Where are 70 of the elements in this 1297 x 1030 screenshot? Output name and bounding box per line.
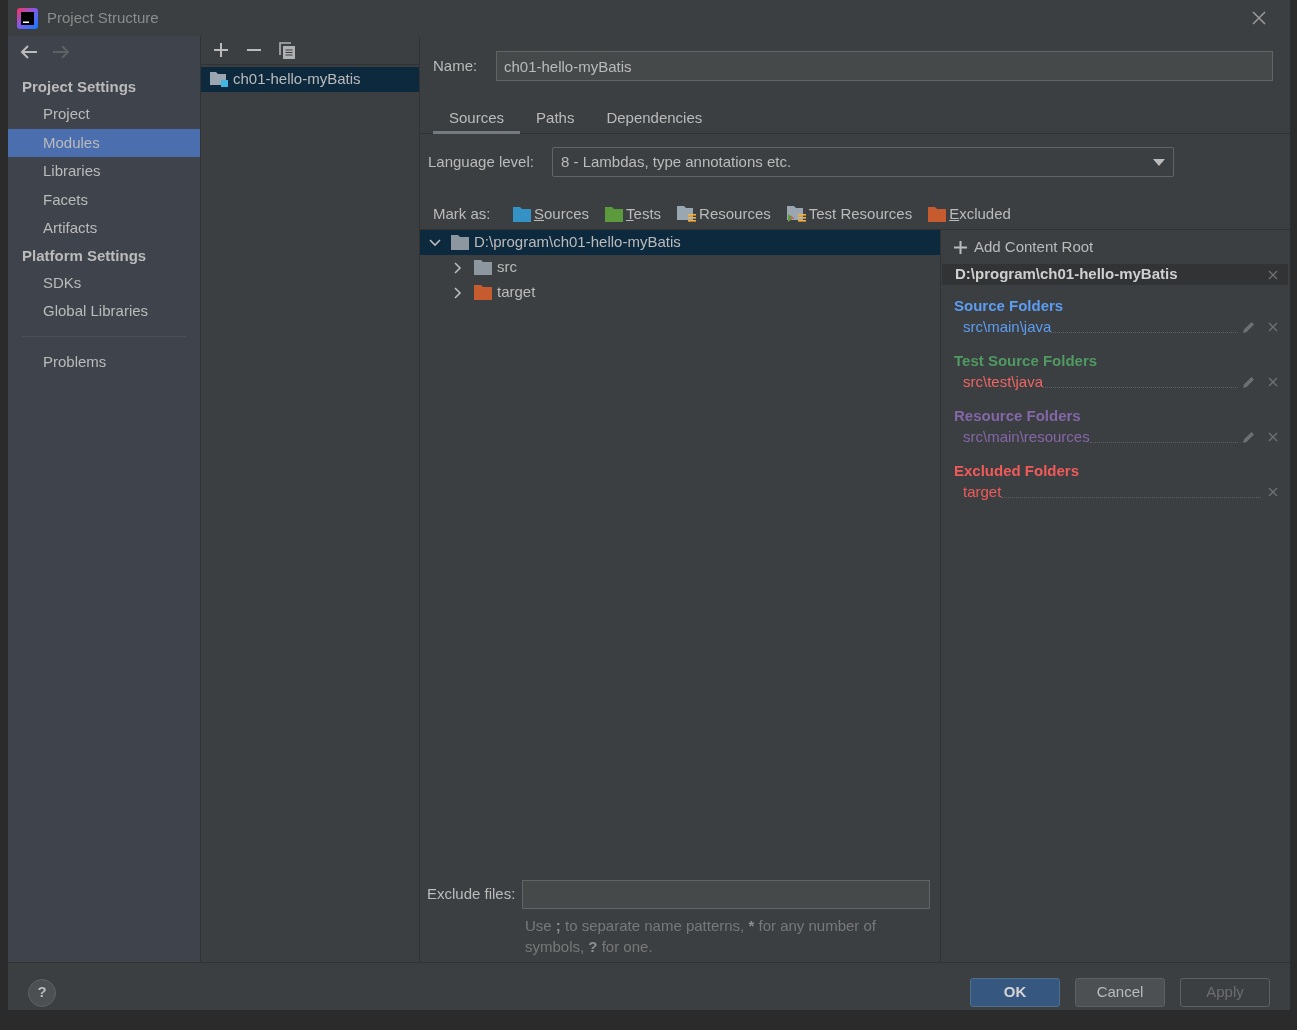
tab[interactable]: Sources [433, 105, 521, 134]
folder-icon [928, 206, 947, 222]
tree-row[interactable]: D:\program\ch01-hello-myBatis [420, 230, 940, 255]
app-logo-icon [17, 7, 38, 29]
mark-as-option[interactable]: Tests [605, 202, 662, 226]
copy-icon[interactable] [278, 41, 295, 59]
field-label: Exclude files: [427, 884, 517, 905]
folder-icon [474, 260, 492, 275]
folder-group-title: Excluded Folders [953, 461, 1081, 481]
cross-icon[interactable] [1268, 322, 1278, 332]
folder-path: src\main\java [963, 316, 1052, 337]
dropdown-arrow-icon [1153, 158, 1165, 166]
sidebar-item[interactable]: Problems [8, 347, 200, 376]
field-label: Language level: [428, 151, 535, 172]
folder-icon [474, 285, 492, 300]
cross-icon[interactable] [1268, 432, 1278, 442]
folder-icon [513, 206, 531, 222]
folder-group-title: Test Source Folders [953, 351, 1099, 371]
ok-button[interactable]: OK [970, 978, 1060, 1007]
mark-as-option[interactable]: Excluded [928, 202, 1011, 226]
folder-icon [605, 206, 624, 222]
tree-row[interactable]: src [420, 255, 940, 280]
mark-as-option[interactable]: Sources [513, 202, 590, 226]
folder-group-title: Resource Folders [953, 406, 1082, 426]
add-icon [954, 241, 967, 254]
name-field[interactable]: ch01-hello-myBatis [496, 51, 1273, 81]
close-icon[interactable] [1252, 11, 1266, 25]
sidebar-item[interactable]: Artifacts [8, 214, 200, 243]
module-item[interactable]: ch01-hello-myBatis [201, 67, 419, 92]
hint-text: Use ; to separate name patterns, * for any number of symbols, ? for one. [525, 916, 878, 957]
mark-as-option[interactable]: Test Resources [786, 202, 913, 226]
mark-as-option[interactable]: Resources [677, 202, 771, 226]
folder-group-title: Source Folders [953, 296, 1065, 316]
cancel-button[interactable]: Cancel [1075, 978, 1165, 1007]
folder-icon [451, 235, 469, 250]
content-root-path: D:\program\ch01-hello-myBatis [955, 264, 1178, 285]
cross-icon[interactable] [1268, 377, 1278, 387]
test-resource-folder-icon [786, 206, 806, 222]
chevron-right-icon[interactable] [454, 286, 462, 299]
pencil-icon[interactable] [1243, 321, 1255, 333]
pencil-icon[interactable] [1243, 376, 1255, 388]
help-button[interactable]: ? [28, 978, 56, 1007]
field-label: Mark as: [433, 203, 492, 224]
field-label: Name: [433, 55, 479, 76]
sidebar-item[interactable]: Libraries [8, 157, 200, 186]
sidebar-item[interactable]: Facets [8, 185, 200, 214]
add-icon[interactable] [213, 43, 228, 57]
window-title: Project Structure [47, 7, 159, 28]
tab[interactable]: Paths [520, 105, 591, 134]
resource-folder-icon [677, 206, 697, 222]
pencil-icon[interactable] [1243, 431, 1255, 443]
section-header: Platform Settings [21, 245, 148, 266]
chevron-right-icon[interactable] [454, 261, 462, 274]
tree-row[interactable]: target [420, 280, 940, 305]
folder-path: src\main\resources [963, 426, 1090, 447]
folder-path: target [963, 481, 1002, 502]
sidebar-item[interactable]: Global Libraries [8, 297, 200, 326]
back-arrow-icon[interactable] [20, 45, 37, 59]
sidebar-item[interactable]: Project [8, 100, 200, 129]
section-header: Project Settings [21, 77, 138, 97]
chevron-down-icon[interactable] [429, 238, 441, 247]
language-level-dropdown[interactable]: 8 - Lambdas, type annotations etc. [552, 147, 1174, 177]
cross-icon[interactable] [1268, 269, 1278, 280]
sidebar-item[interactable]: SDKs [8, 268, 200, 297]
add-content-root-link[interactable]: Add Content Root [941, 234, 1288, 261]
cross-icon[interactable] [1268, 487, 1278, 497]
module-folder-icon [210, 72, 228, 87]
exclude-files-field[interactable] [522, 880, 930, 909]
folder-path: src\test\java [963, 371, 1044, 392]
tab[interactable]: Dependencies [590, 105, 719, 134]
